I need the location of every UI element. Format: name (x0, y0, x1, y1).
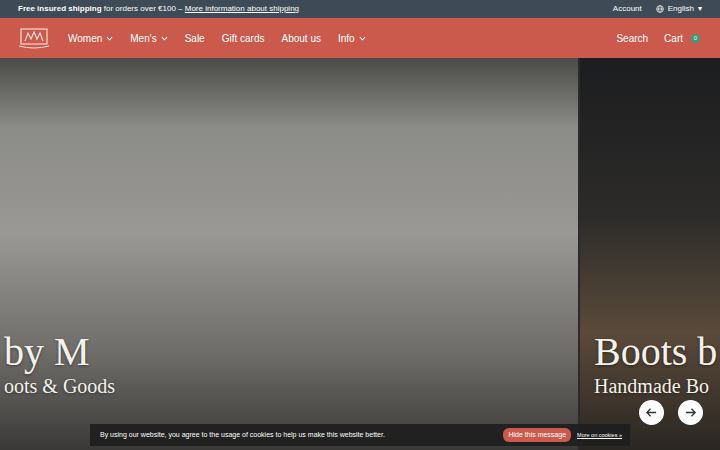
nav-item[interactable]: Sale (185, 31, 205, 46)
chevron-down-icon (161, 36, 168, 41)
nav-item[interactable]: Women (68, 31, 113, 46)
nav-label: Gift cards (222, 31, 265, 46)
hero-slider: by Moots & Goods Boots bHandmade Bo By usi… (0, 58, 720, 450)
cart-link[interactable]: Cart 0 (664, 31, 700, 46)
top-bar-links: Account English ▾ (613, 3, 702, 15)
cart-count-badge: 0 (691, 34, 700, 43)
slide-title: by M (4, 330, 115, 374)
slide-subtitle: oots & Goods (4, 374, 115, 398)
cookie-banner: By using our website, you agree to the u… (90, 424, 630, 446)
slide-caption: by Moots & Goods (4, 330, 115, 398)
cookie-text: By using our website, you agree to the u… (100, 430, 497, 441)
top-bar: Free insured shipping for orders over €1… (0, 0, 720, 18)
chevron-down-icon (106, 36, 113, 41)
shipping-title: Free insured shipping (18, 4, 102, 13)
arrow-left-icon (645, 406, 658, 419)
search-link[interactable]: Search (616, 31, 648, 46)
cart-label: Cart (664, 31, 683, 46)
language-caret: ▾ (698, 3, 702, 15)
nav-menu: Women Men's Sale Gift cards About us Info (68, 31, 366, 46)
shipping-notice: Free insured shipping for orders over €1… (18, 3, 299, 15)
account-link[interactable]: Account (613, 3, 642, 15)
arrow-right-icon (684, 406, 697, 419)
nav-label: Info (338, 31, 355, 46)
hide-cookie-button[interactable]: Hide this message (503, 428, 571, 443)
next-slide-button[interactable] (678, 400, 703, 425)
shipping-text: for orders over €100 – (102, 4, 185, 13)
slide-subtitle: Handmade Bo (594, 374, 717, 398)
language-label: English (668, 3, 694, 15)
previous-slide-button[interactable] (639, 400, 664, 425)
nav-item[interactable]: Gift cards (222, 31, 265, 46)
nav-actions: Search Cart 0 (616, 31, 700, 46)
nav-label: Women (68, 31, 102, 46)
main-nav: Women Men's Sale Gift cards About us Info Sea… (0, 18, 720, 58)
chevron-down-icon (359, 36, 366, 41)
hero-slide: by Moots & Goods (0, 58, 578, 450)
cookie-info-link[interactable]: More on cookies » (577, 431, 622, 439)
globe-icon (656, 5, 664, 13)
nav-item[interactable]: Men's (130, 31, 167, 46)
slide-title: Boots b (594, 330, 717, 374)
slide-caption: Boots bHandmade Bo (594, 330, 717, 398)
nav-label: Men's (130, 31, 156, 46)
nav-item[interactable]: About us (281, 31, 320, 46)
nav-label: Sale (185, 31, 205, 46)
nav-label: About us (281, 31, 320, 46)
shipping-link[interactable]: More information about shipping (185, 4, 299, 13)
logo-icon[interactable] (18, 27, 50, 49)
hero-slide: Boots bHandmade Bo (580, 58, 720, 450)
nav-item[interactable]: Info (338, 31, 366, 46)
language-picker[interactable]: English ▾ (656, 3, 702, 15)
